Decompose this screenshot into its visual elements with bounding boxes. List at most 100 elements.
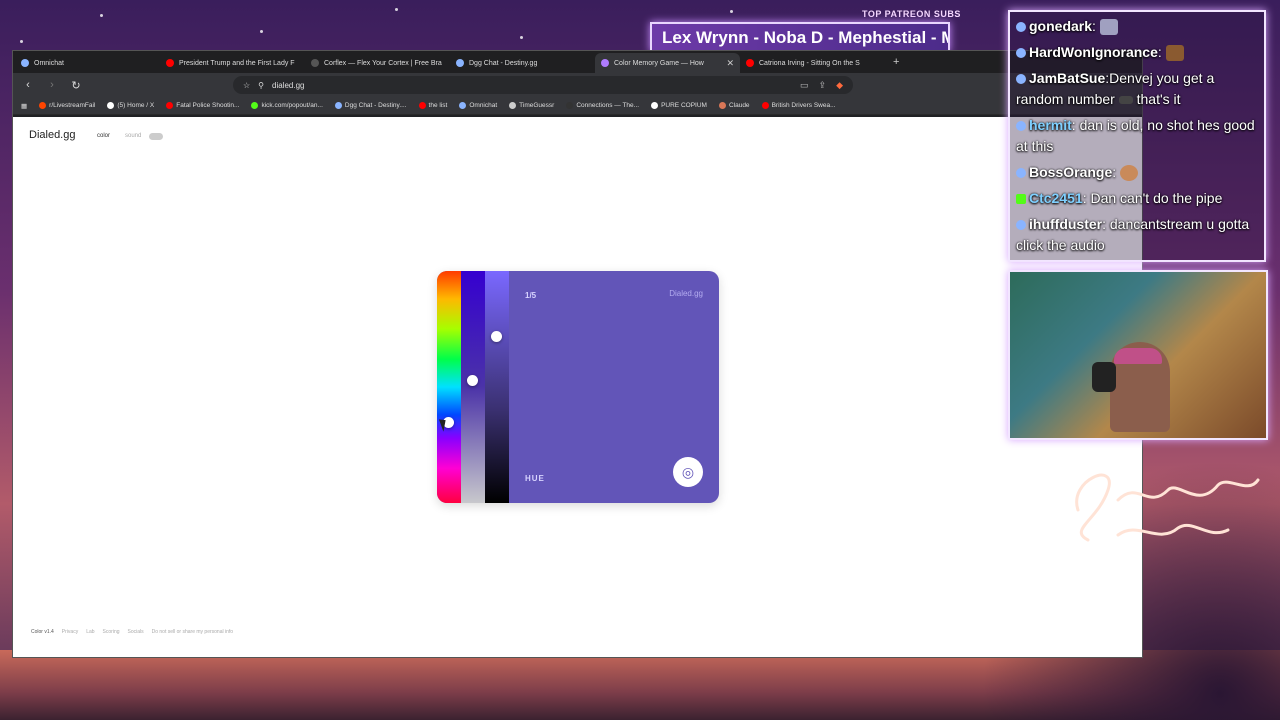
bookmark-label: Dgg Chat - Destiny.... (344, 102, 407, 109)
chat-username: JamBatSue (1029, 70, 1106, 86)
tab-omnichat[interactable]: Omnichat (15, 53, 160, 73)
chat-username: gonedark (1029, 18, 1093, 34)
new-tab-button[interactable]: + (885, 56, 907, 68)
omnichat-badge-icon (1016, 48, 1026, 59)
bookmark-fatal-police[interactable]: Fatal Police Shootin... (166, 102, 239, 109)
tab-corflex[interactable]: Corflex — Flex Your Cortex | Free Bra (305, 53, 450, 73)
timeguessr-icon (509, 102, 517, 109)
brave-shield-icon[interactable]: ◆ (836, 80, 843, 91)
chat-username: Ctc2451 (1029, 190, 1083, 206)
share-icon[interactable]: ⇪ (819, 80, 827, 91)
bookmark-label: Fatal Police Shootin... (176, 102, 240, 109)
omnichat-badge-icon (1016, 22, 1026, 33)
pill-emote-icon (1118, 96, 1133, 105)
bookmark-label: British Drivers Swea... (771, 102, 836, 109)
mode-color-link[interactable]: color (97, 133, 110, 139)
tab-label: President Trump and the First Lady F (179, 59, 295, 67)
omnichat-badge-icon (1016, 74, 1026, 85)
mode-sound-link[interactable]: sound (125, 133, 141, 139)
tab-youtube-trump[interactable]: President Trump and the First Lady F (160, 53, 305, 73)
bookmark-timeguessr[interactable]: TimeGuessr (509, 102, 554, 109)
bookmark-x-home[interactable]: (5) Home / X (107, 102, 154, 109)
sound-badge (149, 133, 163, 140)
tab-color-memory-game[interactable]: Color Memory Game — How ✕ (595, 53, 740, 73)
saturation-slider[interactable] (461, 271, 485, 503)
bookmark-kick-popout[interactable]: kick.com/popout/an... (251, 102, 323, 109)
submit-guess-button[interactable]: ◎ (673, 457, 703, 487)
brightness-slider[interactable] (485, 271, 509, 503)
chat-text: Dan can't do the pipe (1090, 190, 1223, 206)
bookmark-omnichat[interactable]: Omnichat (459, 102, 497, 109)
bookmark-label: Omnichat (469, 102, 498, 109)
omnichat-badge-icon (1016, 168, 1026, 179)
dgg-favicon-icon (456, 59, 464, 67)
install-app-icon[interactable]: ▭ (800, 80, 809, 91)
back-arrow-icon[interactable]: ‹ (21, 79, 35, 91)
round-counter: 1/5 (525, 291, 537, 300)
streamer-cap (1114, 348, 1162, 364)
hue-slider[interactable] (437, 271, 461, 503)
site-info-icon[interactable]: ⚲ (258, 81, 264, 90)
bookmark-label: PURE COPIUM (661, 102, 707, 109)
tab-catriona-irving[interactable]: Catriona Irving - Sitting On the S (740, 53, 885, 73)
site-logo[interactable]: Dialed.gg (29, 129, 75, 141)
kick-badge-icon (1016, 194, 1026, 205)
youtube-icon (166, 102, 174, 109)
chat-message: Ctc2451: Dan can't do the pipe (1016, 188, 1258, 209)
footer-version: Color v1.4 (31, 629, 54, 635)
bookmark-livestreamfail[interactable]: r/LivestreamFail (39, 102, 95, 109)
top-patreon-subs-title: TOP PATREON SUBS (862, 9, 961, 19)
youtube-icon (761, 102, 769, 109)
omnichat-badge-icon (1016, 220, 1026, 231)
address-bar[interactable]: ☆ ⚲ dialed.gg ▭ ⇪ ◆ (233, 76, 853, 94)
bookmark-star-icon[interactable]: ☆ (243, 81, 250, 90)
omnichat-badge-icon (1016, 121, 1026, 132)
chat-text: that's it (1136, 91, 1181, 107)
dgg-icon (334, 102, 342, 109)
chat-message: hermit: dan is old, no shot hes good at … (1016, 117, 1255, 154)
apps-grid-icon[interactable]: ▦ (21, 102, 27, 110)
youtube-favicon-icon (166, 59, 174, 67)
bookmark-british-drivers[interactable]: British Drivers Swea... (761, 102, 836, 109)
claude-icon (718, 102, 726, 109)
reload-icon[interactable]: ↻ (69, 79, 83, 92)
brightness-slider-handle[interactable] (491, 331, 502, 342)
forward-arrow-icon[interactable]: › (45, 79, 59, 91)
chat-message: JamBatSue:Denvej you get a random number… (1016, 70, 1215, 107)
footer-privacy-optout-link[interactable]: Do not sell or share my personal info (152, 629, 233, 635)
chat-username: HardWonIgnorance (1029, 44, 1158, 60)
chat-message: ihuffduster: dancantstream u gotta click… (1016, 216, 1250, 253)
dialed-favicon-icon (601, 59, 609, 67)
ghost-emote-icon (1099, 19, 1118, 36)
face-emote-icon (1120, 165, 1139, 182)
omnichat-icon (459, 102, 467, 109)
tab-strip: Omnichat President Trump and the First L… (13, 51, 1142, 73)
footer-scoring-link[interactable]: Scoring (103, 629, 120, 635)
close-tab-icon[interactable]: ✕ (726, 58, 734, 69)
web-page-content: Dialed.gg color sound 1/5 Dialed.gg HUE … (13, 117, 1142, 657)
browser-window: Omnichat President Trump and the First L… (12, 50, 1143, 658)
footer-lab-link[interactable]: Lab (86, 629, 94, 635)
bookmark-pure-copium[interactable]: PURE COPIUM (651, 102, 707, 109)
bookmark-connections[interactable]: Connections — The... (566, 102, 639, 109)
bookmark-claude[interactable]: Claude (718, 102, 750, 109)
reddit-icon (39, 102, 47, 109)
bookmark-label: r/LivestreamFail (49, 102, 96, 109)
nyt-icon (566, 102, 574, 109)
youtube-icon (418, 102, 426, 109)
bookmark-dgg-chat[interactable]: Dgg Chat - Destiny.... (334, 102, 407, 109)
bookmark-the-list[interactable]: the list (418, 102, 447, 109)
chat-message: gonedark: (1016, 16, 1258, 37)
saturation-slider-handle[interactable] (467, 375, 478, 386)
footer-privacy-link[interactable]: Privacy (62, 629, 78, 635)
footer-socials-link[interactable]: Socials (128, 629, 144, 635)
tab-dgg-chat[interactable]: Dgg Chat - Destiny.gg (450, 53, 595, 73)
tab-label: Corflex — Flex Your Cortex | Free Bra (324, 59, 442, 67)
slider-mode-label: HUE (525, 474, 545, 483)
game-brand: Dialed.gg (669, 289, 703, 298)
headset-icon (1092, 362, 1116, 392)
bookmark-label: Connections — The... (576, 102, 640, 109)
url-text: dialed.gg (272, 80, 305, 90)
chat-username: BossOrange (1029, 164, 1113, 180)
patreon-subs-ticker: Lex Wrynn - Noba D - Mephestial - M (650, 22, 950, 52)
